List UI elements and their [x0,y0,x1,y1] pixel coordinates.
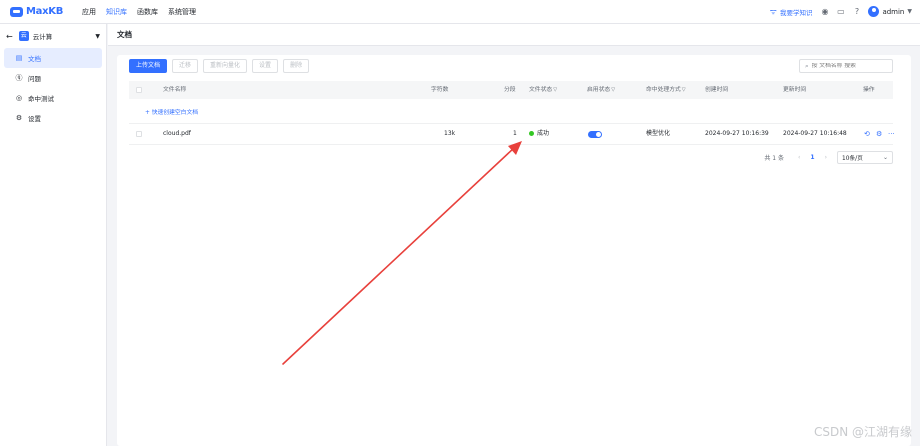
enabled-toggle[interactable] [588,131,602,138]
search-input[interactable] [811,63,890,69]
document-card: 上传文档 迁移 重新向量化 设置 删除 ⌕ 文件名称 字符数 分段 文件状态▽ … [117,55,911,446]
pagination: 共 1 条 ‹ 1 › 10条/页 ⌄ [764,151,893,164]
manual-icon[interactable]: ▭ [836,7,845,16]
sidebar-item-settings[interactable]: ⚙ 设置 [4,108,102,128]
sidebar-item-questions[interactable]: ⓠ 问题 [4,68,102,88]
chevron-down-icon[interactable]: ▼ [95,33,100,40]
settings-button[interactable]: 设置 [252,59,279,73]
header-enabled-status[interactable]: 启用状态▽ [587,81,615,99]
nav-item-apps[interactable]: 应用 [82,0,96,24]
sidebar: ← 云 云计算 ▼ ▤ 文档 ⓠ 问题 ◎ 命中测试 ⚙ 设置 [0,24,107,446]
cell-file-status: 成功 [529,124,549,144]
cell-updated: 2024-09-27 10:16:48 [783,130,847,137]
row-checkbox[interactable] [136,131,142,137]
header-enabled-status-label: 启用状态 [587,87,611,93]
target-icon: ◎ [15,94,23,102]
sidebar-item-label: 命中测试 [28,95,54,103]
wifi-icon: ᯤ [769,7,777,16]
page-size-select[interactable]: 10条/页 ⌄ [837,151,893,164]
username[interactable]: admin [882,8,904,16]
gear-icon[interactable]: ⚙ [876,124,882,144]
watermark: CSDN @江湖有缘 [813,425,912,439]
upload-document-button[interactable]: 上传文档 [129,59,168,73]
back-arrow-icon[interactable]: ← [6,32,13,41]
pagination-total: 共 1 条 [764,155,784,162]
filter-icon[interactable]: ▽ [553,87,557,93]
cell-created: 2024-09-27 10:16:39 [705,130,769,137]
help-icon[interactable]: ? [852,7,861,16]
table-header: 文件名称 字符数 分段 文件状态▽ 启用状态▽ 命中处理方式▽ 创建时间 更新时… [129,81,893,99]
gear-icon: ⚙ [15,114,23,122]
github-icon[interactable]: ◉ [820,7,829,16]
main-content: 文档 上传文档 迁移 重新向量化 设置 删除 ⌕ 文件名称 字符数 分段 文件状… [108,24,920,446]
filter-icon[interactable]: ▽ [682,87,686,93]
nav-item-system[interactable]: 系统管理 [168,0,196,24]
sidebar-item-label: 文档 [28,55,41,63]
chevron-down-icon[interactable]: ▼ [907,8,912,15]
quick-create-link[interactable]: + 快速创建空白文档 [145,107,198,116]
refresh-icon[interactable]: ⟲ [864,124,870,144]
avatar[interactable] [868,6,880,17]
header-created: 创建时间 [705,87,729,93]
table-row[interactable]: cloud.pdf 13k 1 成功 模型优化 2024-09-27 10:16… [129,123,895,145]
top-bar: MaxKB 应用 知识库 函数库 系统管理 ᯤ 我要学知识 ◉ ▭ ? admi… [0,0,920,24]
header-actions: 操作 [863,87,875,93]
main-nav: 应用 知识库 函数库 系统管理 [82,0,206,24]
nav-item-functions[interactable]: 函数库 [137,0,158,24]
toolbar: 上传文档 迁移 重新向量化 设置 删除 [129,59,314,73]
maxkb-logo[interactable]: MaxKB [10,6,82,17]
cell-hit-mode: 模型优化 [646,130,671,137]
page-number[interactable]: 1 [810,154,814,161]
cell-file-name[interactable]: cloud.pdf [163,124,191,144]
header-file-status[interactable]: 文件状态▽ [529,81,557,99]
revectorize-button[interactable]: 重新向量化 [203,59,248,73]
sidebar-menu: ▤ 文档 ⓠ 问题 ◎ 命中测试 ⚙ 设置 [0,48,106,128]
header-file-name: 文件名称 [163,87,187,93]
migrate-button[interactable]: 迁移 [172,59,199,73]
header-segments: 分段 [504,87,516,93]
sidebar-item-documents[interactable]: ▤ 文档 [4,48,102,68]
study-link[interactable]: ᯤ 我要学知识 [770,6,813,17]
document-icon: ▤ [15,54,23,62]
select-all-checkbox[interactable] [136,87,142,93]
cell-chars: 13k [444,130,456,137]
chat-bubble-icon [10,6,23,17]
study-link-label: 我要学知识 [779,8,813,17]
chevron-right-icon[interactable]: › [825,154,827,161]
question-icon: ⓠ [15,74,23,82]
header-updated: 更新时间 [783,87,807,93]
success-dot-icon [529,131,534,136]
sidebar-item-hit-test[interactable]: ◎ 命中测试 [4,88,102,108]
delete-button[interactable]: 删除 [283,59,310,73]
page-size-label: 10条/页 [842,156,863,162]
logo-text: MaxKB [26,6,64,17]
header-hit-mode-label: 命中处理方式 [646,87,681,93]
chevron-down-icon: ⌄ [882,154,888,161]
header-chars: 字符数 [431,87,449,93]
chevron-left-icon[interactable]: ‹ [798,154,800,161]
search-icon: ⌕ [805,61,809,70]
page-title: 文档 [108,24,920,46]
search-box[interactable]: ⌕ [799,59,893,73]
nav-item-knowledge[interactable]: 知识库 [106,0,127,24]
cell-segments: 1 [513,130,517,137]
knowledge-base-selector[interactable]: ← 云 云计算 ▼ [0,24,106,48]
status-label: 成功 [537,130,550,137]
more-icon[interactable]: ··· [888,124,895,144]
sidebar-item-label: 问题 [28,75,41,83]
kb-name: 云计算 [32,33,53,41]
header-hit-mode[interactable]: 命中处理方式▽ [646,81,686,99]
kb-badge: 云 [18,31,29,41]
filter-icon[interactable]: ▽ [611,87,615,93]
sidebar-item-label: 设置 [28,115,41,123]
header-file-status-label: 文件状态 [529,87,553,93]
